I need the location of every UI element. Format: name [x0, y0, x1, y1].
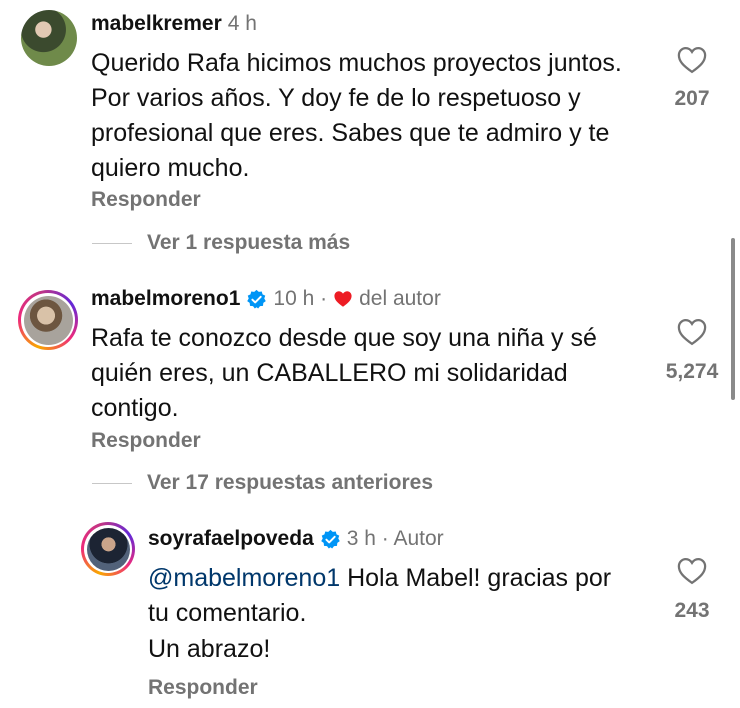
avatar-mabelmoreno1[interactable] — [18, 290, 78, 350]
heart-outline-icon[interactable] — [677, 46, 707, 74]
reply-button[interactable]: Responder — [91, 429, 201, 453]
comment-text: Rafa te conozco desde que soy una niña y… — [91, 324, 597, 422]
reply-button[interactable]: Responder — [148, 676, 258, 700]
author-liked-heart-icon — [334, 291, 352, 307]
liked-by-author-label: del autor — [359, 287, 441, 310]
verified-badge-icon — [320, 529, 340, 549]
heart-outline-icon[interactable] — [677, 318, 707, 346]
view-previous-replies-label: Ver 17 respuestas anteriores — [147, 471, 434, 494]
reply-text-line2: Un abrazo! — [148, 635, 271, 663]
username[interactable]: soyrafaelpoveda — [148, 527, 314, 551]
mention-link[interactable]: @mabelmoreno1 — [148, 564, 340, 592]
view-previous-replies-link[interactable]: Ver 17 respuestas anteriores — [92, 471, 433, 495]
verified-badge-icon — [247, 289, 267, 309]
profile-photo — [23, 295, 73, 345]
comment-text: Querido Rafa hicimos muchos proyectos ju… — [91, 49, 622, 182]
timestamp: 3 h · Autor — [346, 527, 444, 550]
scrollbar[interactable] — [731, 238, 735, 400]
profile-photo — [86, 527, 130, 571]
thread-divider — [92, 242, 132, 244]
timestamp: 4 h — [227, 12, 257, 35]
heart-outline-icon[interactable] — [677, 557, 707, 585]
like-count: 5,274 — [665, 360, 719, 383]
username[interactable]: mabelmoreno1 — [91, 287, 240, 311]
reply-button[interactable]: Responder — [91, 188, 201, 212]
view-replies-link[interactable]: Ver 1 respuesta más — [92, 231, 350, 255]
view-replies-label: Ver 1 respuesta más — [147, 231, 351, 254]
profile-photo — [21, 10, 77, 66]
thread-divider — [92, 482, 132, 484]
avatar-soyrafaelpoveda[interactable] — [81, 522, 135, 576]
timestamp: 10 h · — [273, 287, 328, 310]
like-count: 207 — [674, 87, 710, 110]
avatar-mabelkremer[interactable] — [21, 10, 77, 66]
username[interactable]: mabelkremer — [91, 12, 222, 36]
like-count: 243 — [674, 599, 710, 622]
reply-text: @mabelmoreno1 Hola Mabel! gracias por tu… — [148, 564, 612, 627]
